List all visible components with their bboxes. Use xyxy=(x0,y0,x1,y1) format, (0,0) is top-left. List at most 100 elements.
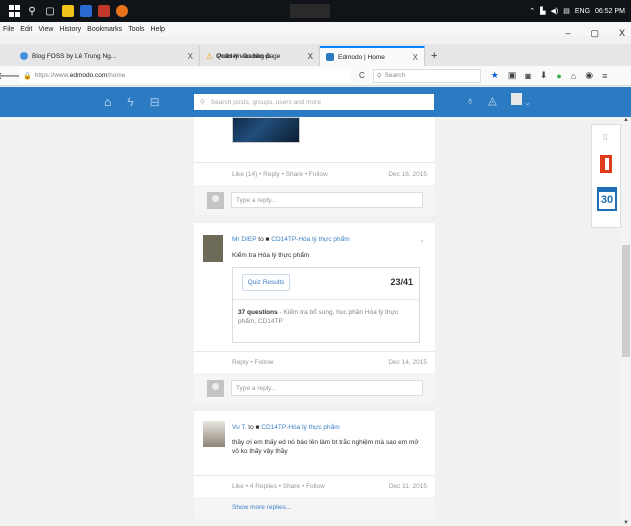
close-window-button[interactable]: X xyxy=(619,28,625,39)
bookmark-star-icon[interactable]: ★ xyxy=(491,70,499,81)
pocket-icon[interactable]: ◙ xyxy=(525,71,530,81)
address-bar[interactable]: 🔒 https://www.edmodo.com/home xyxy=(19,68,351,83)
sync-icon[interactable]: ◉ xyxy=(585,70,593,81)
chevron-down-icon[interactable]: ⌄ xyxy=(419,236,425,244)
show-more-row: Show more replies... xyxy=(194,497,435,519)
reply-row: Type a reply... xyxy=(194,373,435,403)
app-icon[interactable] xyxy=(98,5,110,17)
notifications-bell-icon[interactable]: ◬ xyxy=(488,94,496,107)
windows-taskbar: ⚲ ▢ ⌃ ▙ ◀) ▤ ENG 06:52 PM xyxy=(0,0,631,22)
close-tab-icon[interactable]: X xyxy=(308,52,313,61)
scroll-down-icon[interactable]: ▼ xyxy=(622,520,630,526)
extension-icon[interactable]: ● xyxy=(556,71,561,81)
tab-label: Problem loading page xyxy=(217,52,281,60)
profile-menu[interactable]: ⌄ xyxy=(510,93,531,108)
group-icon: ■ xyxy=(255,424,260,431)
post-date: Dec 11, 2015 xyxy=(388,483,427,490)
browser-search-field[interactable]: ⚲ Search xyxy=(372,68,481,83)
post-card: Vu T. to ■ CD14TP-Hóa lý thực phẩm thầy … xyxy=(194,411,435,475)
quiz-question-count: 37 questions xyxy=(238,309,278,316)
backpack-icon[interactable]: ⊟ xyxy=(150,95,160,109)
tab-edmodo[interactable]: Edmodo | Home X xyxy=(320,46,425,66)
menu-tools[interactable]: Tools xyxy=(128,26,144,33)
search-icon: ⚲ xyxy=(200,99,205,106)
post-actions[interactable]: Reply • Follow xyxy=(232,359,273,366)
network-icon[interactable]: ▙ xyxy=(540,7,545,15)
menu-file[interactable]: File xyxy=(3,26,14,33)
reply-input[interactable]: Type a reply... xyxy=(231,380,423,396)
volume-icon[interactable]: ◀) xyxy=(551,7,559,15)
discover-icon[interactable]: ♁ xyxy=(466,95,474,107)
reply-input[interactable]: Type a reply... xyxy=(231,192,423,208)
author-profile-photo[interactable] xyxy=(203,235,223,262)
file-explorer-icon[interactable] xyxy=(62,5,74,17)
show-more-replies-link[interactable]: Show more replies... xyxy=(232,504,291,511)
group-icon: ■ xyxy=(265,236,270,243)
close-tab-icon[interactable]: X xyxy=(188,52,193,61)
author-name[interactable]: Vu T. xyxy=(232,424,246,431)
post-actions[interactable]: Like • 4 Replies • Share • Follow xyxy=(232,483,325,490)
avatar xyxy=(207,191,224,209)
download-icon[interactable]: ⬇ xyxy=(540,70,548,81)
reading-list-icon[interactable]: ▣ xyxy=(508,70,517,81)
author-profile-photo[interactable] xyxy=(203,421,225,447)
post-header: Vu T. to ■ CD14TP-Hóa lý thực phẩm xyxy=(232,424,340,431)
reload-icon[interactable]: C xyxy=(359,71,365,80)
maximize-button[interactable]: ▢ xyxy=(590,28,599,39)
tab-problem-loading[interactable]: ⚠ Problem loading page X xyxy=(198,46,320,66)
post-footer: Reply • Follow Dec 14, 2015 xyxy=(194,351,435,373)
post-card: Mr DIEP to ■ CD14TP-Hóa lý thực phẩm ⌄ K… xyxy=(194,223,435,351)
attachment-image[interactable] xyxy=(232,117,300,143)
post-title: Kiểm tra Hóa lý thực phẩm xyxy=(232,252,310,259)
hamburger-menu-icon[interactable]: ≡ xyxy=(602,71,607,81)
post-actions[interactable]: Like (14) • Reply • Share • Follow xyxy=(232,171,328,178)
windows-start-icon[interactable] xyxy=(8,5,20,17)
office-icon[interactable] xyxy=(600,155,612,173)
quiz-results-button[interactable]: Quiz Results xyxy=(242,274,290,291)
calendar-icon[interactable]: 30 xyxy=(597,187,617,211)
menu-bookmarks[interactable]: Bookmarks xyxy=(87,26,122,33)
edmodo-search-input[interactable]: ⚲ Search posts, groups, users and more xyxy=(194,94,434,110)
back-arrow-icon[interactable]: 🡐 xyxy=(0,69,23,83)
firefox-icon[interactable] xyxy=(116,5,128,17)
menu-view[interactable]: View xyxy=(38,26,53,33)
notification-icon[interactable]: ▤ xyxy=(563,7,570,15)
quiz-description: 37 questions - Kiểm tra bổ sung, học phầ… xyxy=(238,308,410,326)
scroll-up-icon[interactable]: ▲ xyxy=(622,117,630,123)
page-scrollbar[interactable]: ▲ ▼ xyxy=(621,117,631,526)
menu-help[interactable]: Help xyxy=(151,26,165,33)
menu-bar: File Edit View History Bookmarks Tools H… xyxy=(0,22,631,36)
search-icon[interactable]: ⚲ xyxy=(26,5,38,17)
minimize-button[interactable]: – xyxy=(565,28,570,39)
clock[interactable]: 06:52 PM xyxy=(595,8,625,15)
language-indicator[interactable]: ENG xyxy=(575,8,590,15)
edmodo-icon xyxy=(326,53,334,61)
avatar xyxy=(510,93,522,105)
search-icon: ⚲ xyxy=(376,72,382,80)
app-icon[interactable] xyxy=(80,5,92,17)
avatar xyxy=(207,379,224,397)
group-link[interactable]: CD14TP-Hóa lý thực phẩm xyxy=(261,424,339,431)
window-controls: – ▢ X xyxy=(565,28,625,39)
taskbar-app-thumb xyxy=(290,4,330,18)
scrollbar-thumb[interactable] xyxy=(622,245,630,357)
tab-label: Edmodo | Home xyxy=(338,53,385,61)
activity-icon[interactable]: ϟ xyxy=(127,95,133,109)
url-path: /home xyxy=(107,72,126,79)
new-tab-button[interactable]: + xyxy=(425,46,443,66)
author-name[interactable]: Mr DIEP xyxy=(232,236,256,243)
post-date: Dec 16, 2015 xyxy=(388,171,427,178)
close-tab-icon[interactable]: X xyxy=(413,53,418,62)
tab-blog-foss[interactable]: Blog FOSS by Lê Trung Ng... X xyxy=(0,46,200,66)
menu-history[interactable]: History xyxy=(59,26,81,33)
menu-edit[interactable]: Edit xyxy=(20,26,32,33)
home-icon[interactable]: ⌂ xyxy=(571,71,576,81)
home-icon[interactable]: ⌂ xyxy=(104,95,111,109)
group-link[interactable]: CD14TP-Hóa lý thực phẩm xyxy=(271,236,349,243)
post-text: thầy ơi em thấy ed nó báo lên làm bt trắ… xyxy=(232,439,419,455)
tray-chevron-icon[interactable]: ⌃ xyxy=(529,7,535,15)
to-label: to xyxy=(248,424,254,431)
apps-grid-icon[interactable]: ⁞⁞ xyxy=(603,133,607,142)
post-footer: Like (14) • Reply • Share • Follow Dec 1… xyxy=(194,162,435,185)
task-view-icon[interactable]: ▢ xyxy=(44,5,56,17)
